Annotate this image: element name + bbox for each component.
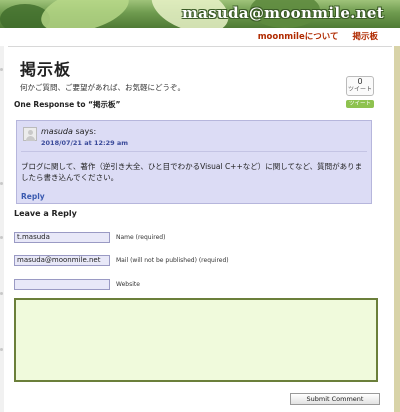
reply-link[interactable]: Reply [21,192,45,201]
comment-date[interactable]: 2018/07/21 at 12:29 am [41,139,128,147]
mail-label: Mail (will not be published) (required) [116,257,229,264]
website-field[interactable] [14,279,110,290]
tweet-button[interactable]: ツイート [346,100,374,108]
responses-heading: One Response to “掲示板” [14,100,121,109]
avatar [23,127,37,141]
mail-field[interactable]: masuda@moonmile.net [14,255,110,266]
page-intro: 何かご質問、ご要望があれば、お気軽にどうぞ。 [20,83,185,92]
submit-comment-button[interactable]: Submit Comment [290,393,380,405]
page-title: 掲示板 [20,60,72,79]
leave-reply-heading: Leave a Reply [14,209,77,218]
header-banner: masuda@moonmile.net [0,0,400,28]
right-edge [394,46,400,412]
comment-author: masuda [41,127,73,136]
nav-item-about[interactable]: moonmileについて [258,29,339,45]
comment-item: masuda says: 2018/07/21 at 12:29 am ブログに… [16,120,372,204]
edge-dot [0,292,3,295]
left-edge [0,46,4,412]
tweet-count-label: ツイート [347,86,372,93]
site-title[interactable]: masuda@moonmile.net [182,4,384,22]
comment-author-line: masuda says: [41,127,96,136]
comment-text: ブログに関して、著作（逆引き大全、ひと目でわかるVisual C++など）に関し… [21,162,363,182]
name-field[interactable]: t.masuda [14,232,110,243]
top-nav: moonmileについて 掲示板 [258,29,378,45]
banner-leaf-image [36,0,134,28]
edge-dot [0,348,3,351]
name-label: Name (required) [116,234,166,241]
tweet-count-box: 0 ツイート [346,76,374,96]
comment-says: says: [75,127,97,136]
website-label: Website [116,281,140,288]
nav-divider [8,46,392,47]
edge-dot [0,236,3,239]
edge-dot [0,68,3,71]
edge-dot [0,182,3,185]
tweet-count: 0 [357,77,363,86]
comment-textarea[interactable] [14,298,378,382]
comment-divider [21,151,367,152]
nav-item-board[interactable]: 掲示板 [352,29,378,45]
